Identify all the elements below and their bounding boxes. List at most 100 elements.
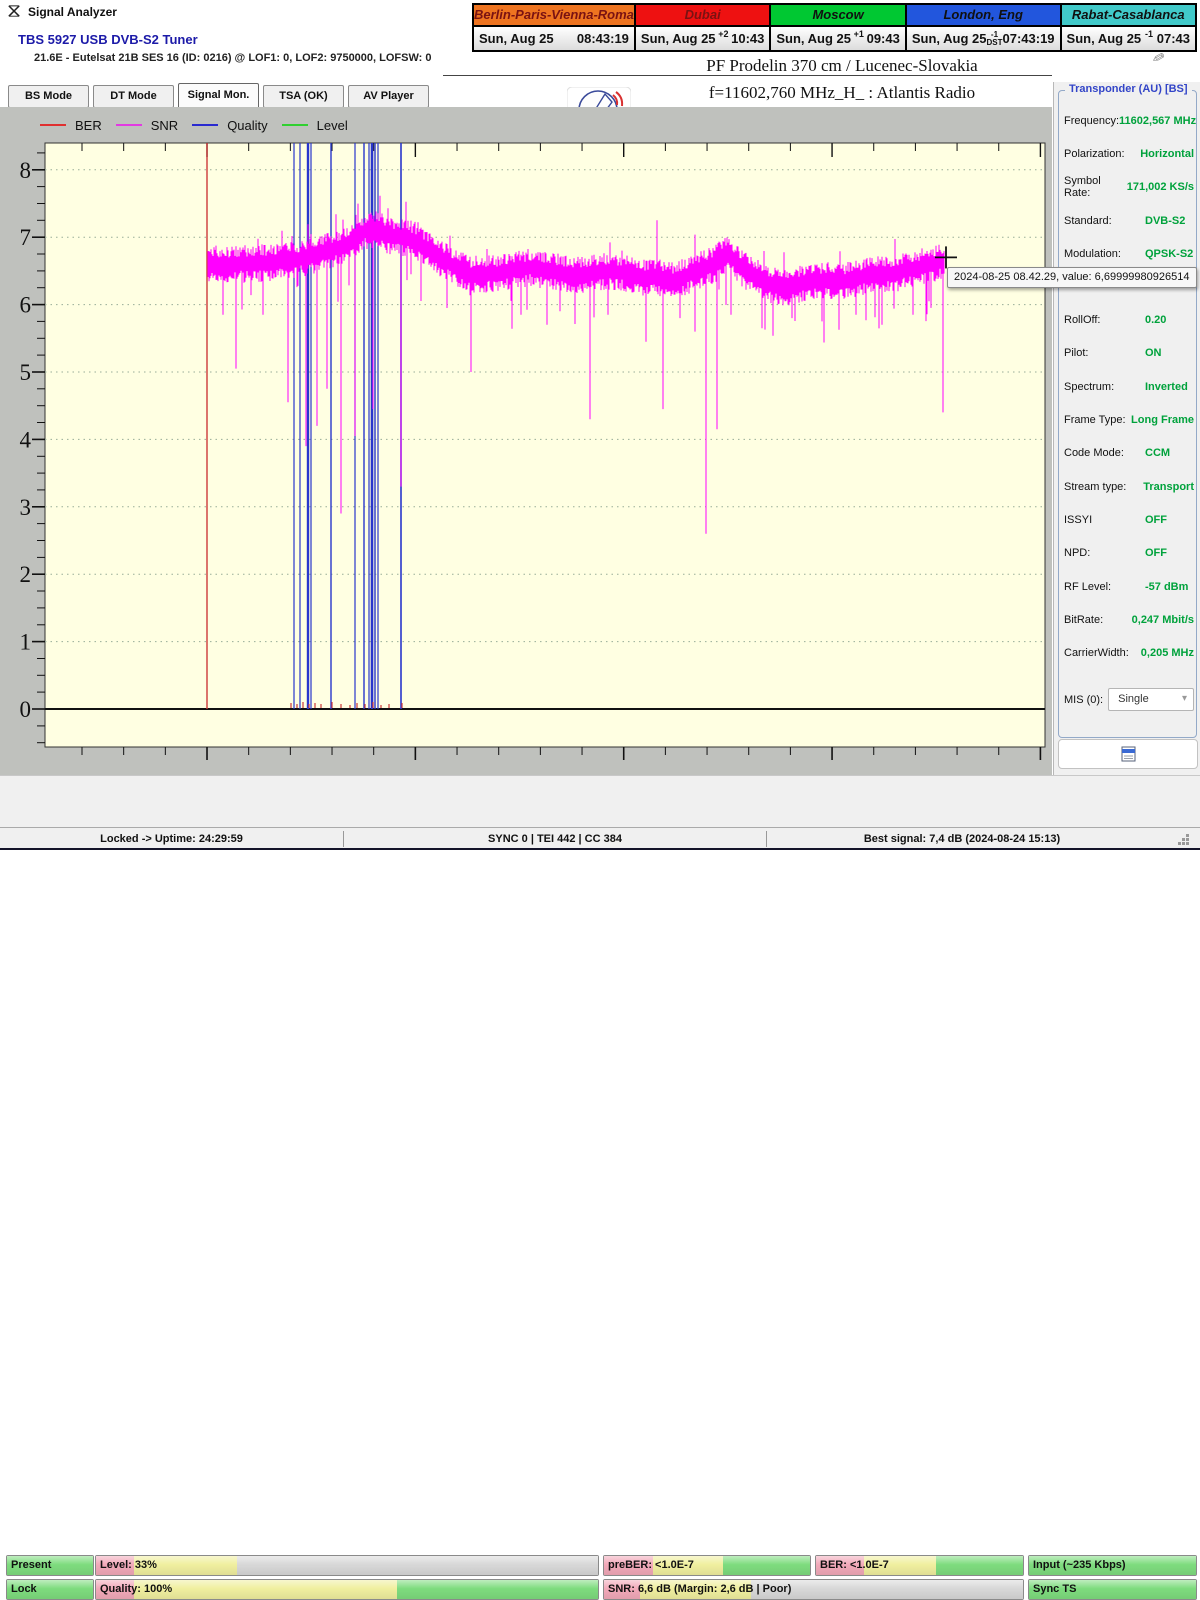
mis-label: MIS (0): [1064, 694, 1108, 706]
clock-bar: Berlin-Paris-Vienna-RomaSun, Aug 2508:43… [472, 3, 1197, 52]
clock-offset: +1 [851, 29, 867, 39]
indicator-snr: SNR: 6,6 dB (Margin: 2,6 dB | Poor) [603, 1579, 1024, 1600]
field-modulation: Modulation:QPSK-S2 [1064, 237, 1194, 270]
indicator-ber: BER: <1.0E-7 [815, 1555, 1024, 1576]
indicator-label: Quality: 100% [100, 1580, 172, 1598]
field-label: Code Mode: [1064, 447, 1145, 459]
field-label: Symbol Rate: [1064, 175, 1127, 199]
field-value: OFF [1145, 514, 1167, 526]
clock-date: Sun, Aug 25 [907, 31, 987, 46]
svg-text:4: 4 [20, 427, 32, 452]
indicator-label: Sync TS [1033, 1580, 1076, 1598]
level-swatch-icon [282, 124, 308, 126]
transponder-list-button[interactable] [1058, 739, 1198, 769]
clock-date: Sun, Aug 25 [636, 31, 716, 46]
tuner-title: TBS 5927 USB DVB-S2 Tuner [18, 32, 198, 47]
clock-city-label: Moscow [771, 5, 904, 27]
clock-city-label: London, Eng [907, 5, 1060, 27]
mis-row: MIS (0): Single ▾ [1064, 688, 1194, 711]
indicator-label: SNR: 6,6 dB (Margin: 2,6 dB | Poor) [608, 1580, 791, 1598]
status-bar: Locked -> Uptime: 24:29:59 SYNC 0 | TEI … [0, 827, 1200, 849]
field-label: Modulation: [1064, 248, 1145, 260]
quality-swatch-icon [192, 124, 218, 126]
field-polarization: Polarization:Horizontal [1064, 137, 1194, 170]
indicator-label: BER: <1.0E-7 [820, 1556, 889, 1574]
legend-quality: Quality [192, 118, 267, 133]
field-symbol-rate: Symbol Rate:171,002 KS/s [1064, 171, 1194, 204]
clock-dubai: DubaiSun, Aug 25+210:43 [634, 3, 771, 52]
field-label: Stream type: [1064, 481, 1143, 493]
field-issyi: ISSYIOFF [1064, 503, 1194, 536]
field-carrierwidth: CarrierWidth:0,205 MHz [1064, 636, 1194, 669]
legend-level: Level [282, 118, 348, 133]
field-label: ISSYI [1064, 514, 1145, 526]
tab-av-player[interactable]: AV Player [348, 85, 429, 108]
indicator-label: preBER: <1.0E-7 [608, 1556, 694, 1574]
tuner-subtitle: 21.6E - Eutelsat 21B SES 16 (ID: 0216) @… [34, 52, 432, 64]
chevron-down-icon: ▾ [1182, 689, 1187, 709]
svg-text:1: 1 [20, 630, 32, 655]
legend-label: BER [75, 118, 102, 133]
legend-label: Quality [227, 118, 267, 133]
clock-time-row: Sun, Aug 25+210:43 [636, 27, 769, 50]
site-header: PF Prodelin 370 cm / Lucenec-Slovakia [632, 56, 1052, 76]
clock-time: 09:43 [867, 31, 905, 46]
field-label: Spectrum: [1064, 381, 1145, 393]
snr-swatch-icon [116, 124, 142, 126]
indicator-input: Input (~235 Kbps) [1028, 1555, 1197, 1576]
clock-city-label: Rabat-Casablanca [1062, 5, 1195, 27]
field-npd: NPD:OFF [1064, 537, 1194, 570]
indicator-label: Input (~235 Kbps) [1033, 1556, 1126, 1574]
indicator-lock: Lock [6, 1579, 94, 1600]
clock-city-label: Dubai [636, 5, 769, 27]
clock-time-row: Sun, Aug 25-107:43 [1062, 27, 1195, 50]
field-value: CCM [1145, 447, 1170, 459]
ber-swatch-icon [40, 124, 66, 126]
statusbar-sync-counters: SYNC 0 | TEI 442 | CC 384 [344, 833, 766, 845]
clock-date: Sun, Aug 25 [1062, 31, 1142, 46]
clock-london-eng: London, EngSun, Aug 25-1DST07:43:19 [905, 3, 1062, 52]
window-title: Signal Analyzer [28, 5, 117, 19]
legend-ber: BER [40, 118, 102, 133]
status-zone: PresentLevel: 33%preBER: <1.0E-7BER: <1.… [0, 775, 1200, 828]
field-label: NPD: [1064, 547, 1145, 559]
clock-time-row: Sun, Aug 25-1DST07:43:19 [907, 27, 1060, 50]
clock-offset: -1 [1141, 29, 1157, 39]
tab-signal-mon[interactable]: Signal Mon. [178, 83, 259, 109]
transponder-title: Transponder (AU) [BS] [1065, 83, 1192, 95]
field-value: 0.20 [1145, 314, 1166, 326]
field-label: RollOff: [1064, 314, 1145, 326]
legend-snr: SNR [116, 118, 178, 133]
tab-tsa-ok[interactable]: TSA (OK) [263, 85, 344, 108]
svg-text:5: 5 [20, 360, 32, 385]
field-value: QPSK-S2 [1145, 248, 1193, 260]
indicator-level: Level: 33% [95, 1555, 599, 1576]
svg-text:3: 3 [20, 495, 32, 520]
field-label: RF Level: [1064, 581, 1145, 593]
frequency-header: f=11602,760 MHz_H_ : Atlantis Radio [632, 83, 1052, 103]
mis-select[interactable]: Single ▾ [1108, 688, 1194, 711]
statusbar-lock-uptime: Locked -> Uptime: 24:29:59 [0, 833, 343, 845]
svg-text:6: 6 [20, 293, 32, 318]
field-label: Frequency: [1064, 115, 1119, 127]
indicator-label: Lock [11, 1580, 37, 1598]
field-value: -57 dBm [1145, 581, 1188, 593]
clock-offset: +2 [716, 29, 732, 39]
svg-text:7: 7 [20, 225, 32, 250]
clock-moscow: MoscowSun, Aug 25+109:43 [769, 3, 906, 52]
indicator-label: Level: 33% [100, 1556, 157, 1574]
field-value: 171,002 KS/s [1127, 181, 1194, 193]
clock-offset: -1DST [986, 31, 1002, 47]
chart-legend: BER SNR Quality Level [40, 115, 348, 135]
tab-dt-mode[interactable]: DT Mode [93, 85, 174, 108]
mis-value: Single [1118, 693, 1149, 705]
tab-bar: BS ModeDT ModeSignal Mon.TSA (OK)AV Play… [8, 85, 429, 109]
clock-time: 10:43 [731, 31, 769, 46]
tab-bs-mode[interactable]: BS Mode [8, 85, 89, 108]
field-value: OFF [1145, 547, 1167, 559]
snr-chart[interactable]: 012345678 [0, 140, 1052, 775]
field-value: 0,247 Mbit/s [1132, 614, 1194, 626]
field-frequency: Frequency:11602,567 MHz [1064, 104, 1194, 137]
indicator-preber: preBER: <1.0E-7 [603, 1555, 811, 1576]
resize-grip[interactable] [1186, 834, 1189, 837]
